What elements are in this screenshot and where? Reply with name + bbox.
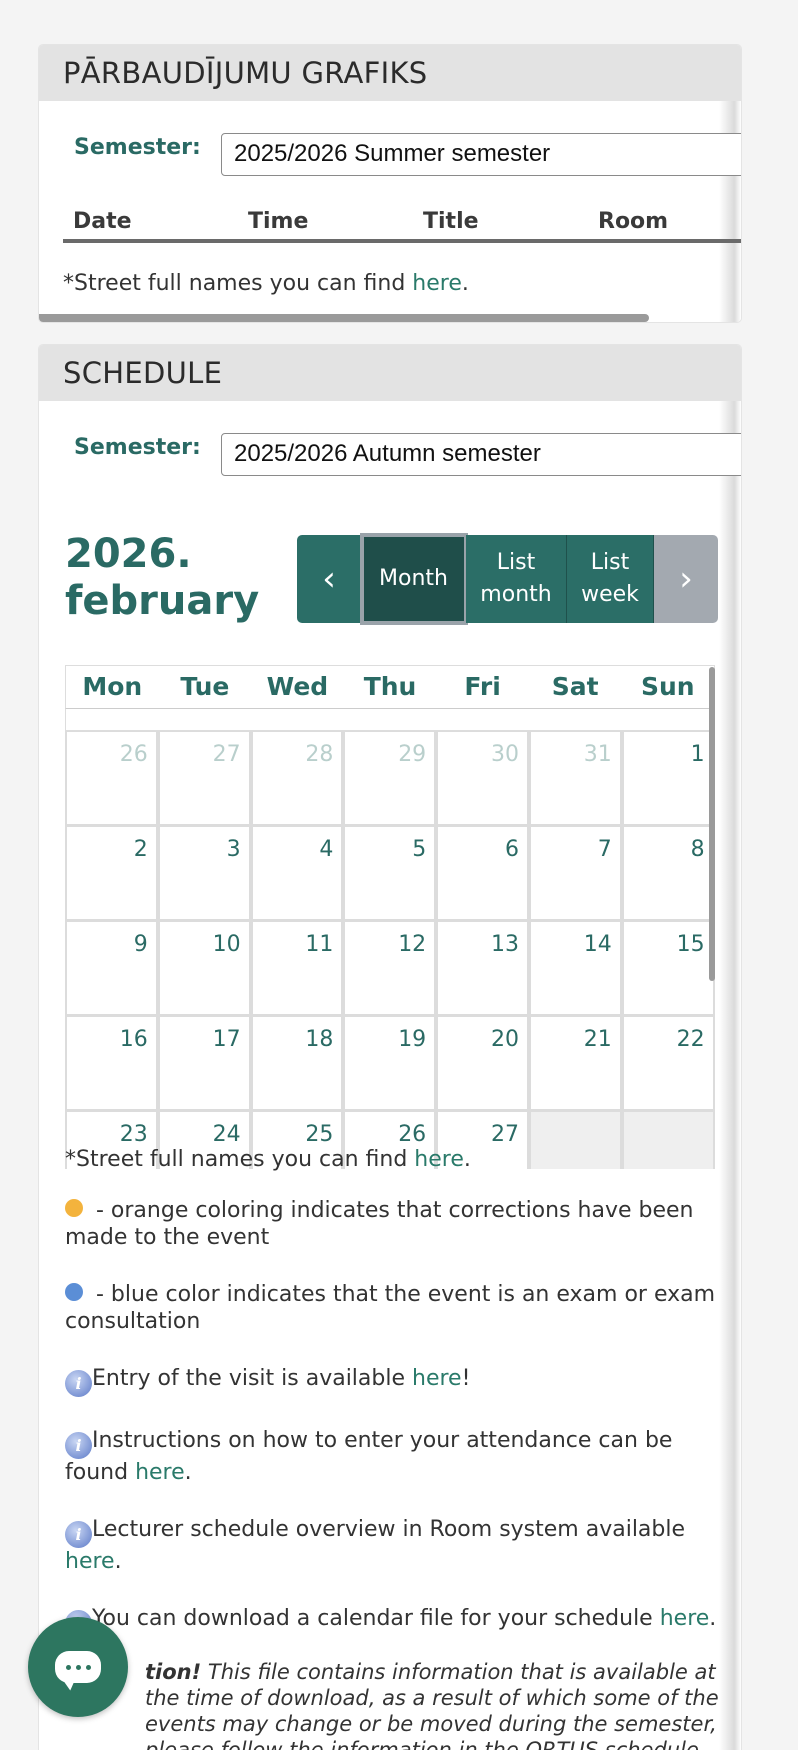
schedule-panel: SCHEDULE Semester: 2025/2026 Autumn seme… <box>38 344 742 1750</box>
info-icon: i <box>65 1432 92 1459</box>
visit-entry-link[interactable]: here <box>412 1366 462 1391</box>
calendar-day[interactable]: 2 <box>65 826 158 921</box>
column-time[interactable]: Time <box>238 209 413 239</box>
calendar-allday-row <box>65 709 715 731</box>
weekday-tue: Tue <box>180 672 230 701</box>
legend-orange: - orange coloring indicates that correct… <box>65 1198 694 1250</box>
exam-table-header: Date Time Title Room <box>63 209 741 243</box>
calendar-day[interactable]: 29 <box>343 731 437 826</box>
chat-bubble-icon <box>55 1651 101 1683</box>
chat-button[interactable] <box>28 1617 128 1717</box>
instructions-link[interactable]: here <box>135 1460 185 1485</box>
weekday-thu: Thu <box>363 672 417 701</box>
calendar-day[interactable]: 21 <box>528 1016 622 1111</box>
schedule-legend: - orange coloring indicates that correct… <box>65 1197 725 1750</box>
schedule-panel-title: SCHEDULE <box>39 345 741 401</box>
calendar-weeks: 26 27 28 29 30 31 1 2 3 4 5 6 7 8 9 10 1… <box>65 731 715 1169</box>
calendar-download-link[interactable]: here <box>660 1606 710 1631</box>
attention-note: tion! This file contains information tha… <box>145 1660 719 1750</box>
calendar-grid: Mon Tue Wed Thu Fri Sat Sun 26 27 28 29 … <box>65 665 715 1169</box>
schedule-street-note: *Street full names you can find here. <box>65 1147 471 1172</box>
chevron-left-icon: ‹ <box>322 559 336 599</box>
calendar-day[interactable]: 7 <box>528 826 622 921</box>
calendar-day[interactable]: 27 <box>157 731 251 826</box>
calendar-day[interactable]: 8 <box>621 826 715 921</box>
calendar-week: 26 27 28 29 30 31 1 <box>65 731 715 826</box>
calendar-day[interactable]: 6 <box>436 826 529 921</box>
info-icon: i <box>65 1521 92 1548</box>
calendar-scrollbar[interactable] <box>709 667 715 981</box>
calendar-day[interactable]: 12 <box>343 921 437 1016</box>
calendar-title: 2026. february <box>65 531 260 624</box>
weekday-wed: Wed <box>266 672 329 701</box>
calendar-day[interactable]: 14 <box>528 921 622 1016</box>
exam-semester-label: Semester: <box>74 135 201 160</box>
chevron-right-icon: › <box>679 559 693 599</box>
street-names-link[interactable]: here <box>414 1147 464 1172</box>
calendar-day-empty <box>621 1111 715 1169</box>
calendar-day[interactable]: 20 <box>436 1016 529 1111</box>
exam-semester-select[interactable]: 2025/2026 Summer semester <box>221 133 741 176</box>
visit-entry-info: i Entry of the visit is available here! <box>65 1365 725 1397</box>
calendar-day[interactable]: 1 <box>621 731 715 826</box>
calendar-day-empty <box>528 1111 622 1169</box>
calendar-day[interactable]: 30 <box>436 731 529 826</box>
weekday-fri: Fri <box>464 672 501 701</box>
attendance-instructions-info: i Instructions on how to enter your atten… <box>65 1428 673 1485</box>
calendar-day[interactable]: 3 <box>157 826 251 921</box>
calendar-weekday-header: Mon Tue Wed Thu Fri Sat Sun <box>65 665 715 709</box>
weekday-mon: Mon <box>82 672 143 701</box>
calendar-day[interactable]: 18 <box>250 1016 344 1111</box>
prev-month-button[interactable]: ‹ <box>297 535 362 623</box>
calendar-view-buttons: ‹ Month List month List week › <box>297 533 718 625</box>
street-names-link[interactable]: here <box>412 271 462 296</box>
calendar-day[interactable]: 19 <box>343 1016 437 1111</box>
calendar-day[interactable]: 10 <box>157 921 251 1016</box>
column-date[interactable]: Date <box>63 209 238 239</box>
month-view-button[interactable]: Month <box>360 533 468 625</box>
calendar-day[interactable]: 31 <box>528 731 622 826</box>
calendar-day[interactable]: 16 <box>65 1016 158 1111</box>
weekday-sun: Sun <box>640 672 695 701</box>
column-title[interactable]: Title <box>413 209 588 239</box>
calendar-day[interactable]: 15 <box>621 921 715 1016</box>
calendar-week: 2 3 4 5 6 7 8 <box>65 826 715 921</box>
info-icon: i <box>65 1370 92 1397</box>
weekday-sat: Sat <box>551 672 599 701</box>
calendar-day[interactable]: 13 <box>436 921 529 1016</box>
blue-dot-icon <box>65 1283 83 1301</box>
calendar-day[interactable]: 28 <box>250 731 344 826</box>
next-month-button[interactable]: › <box>654 535 718 623</box>
calendar-day[interactable]: 9 <box>65 921 158 1016</box>
legend-blue: - blue color indicates that the event is… <box>65 1282 716 1334</box>
list-month-button[interactable]: List month <box>466 535 567 623</box>
calendar-day[interactable]: 17 <box>157 1016 251 1111</box>
list-week-button[interactable]: List week <box>567 535 654 623</box>
exam-street-note: *Street full names you can find here. <box>63 271 469 296</box>
calendar-day[interactable]: 11 <box>250 921 344 1016</box>
calendar-download-info: iYou can download a calendar file for yo… <box>65 1605 725 1637</box>
exam-panel-title: PĀRBAUDĪJUMU GRAFIKS <box>39 45 741 101</box>
horizontal-scrollbar[interactable] <box>39 314 649 322</box>
calendar-week: 16 17 18 19 20 21 22 <box>65 1016 715 1111</box>
exam-schedule-panel: PĀRBAUDĪJUMU GRAFIKS Semester: 2025/2026… <box>38 44 742 323</box>
calendar-week: 9 10 11 12 13 14 15 <box>65 921 715 1016</box>
schedule-semester-label: Semester: <box>74 435 201 460</box>
calendar-day[interactable]: 4 <box>250 826 344 921</box>
calendar-day[interactable]: 26 <box>65 731 158 826</box>
lecturer-schedule-link[interactable]: here <box>65 1549 115 1574</box>
column-room[interactable]: Room <box>588 209 741 239</box>
lecturer-schedule-info: i Lecturer schedule overview in Room syst… <box>65 1517 686 1574</box>
calendar-day[interactable]: 22 <box>621 1016 715 1111</box>
calendar-day[interactable]: 5 <box>343 826 437 921</box>
schedule-semester-select[interactable]: 2025/2026 Autumn semester <box>221 433 741 476</box>
orange-dot-icon <box>65 1199 83 1217</box>
